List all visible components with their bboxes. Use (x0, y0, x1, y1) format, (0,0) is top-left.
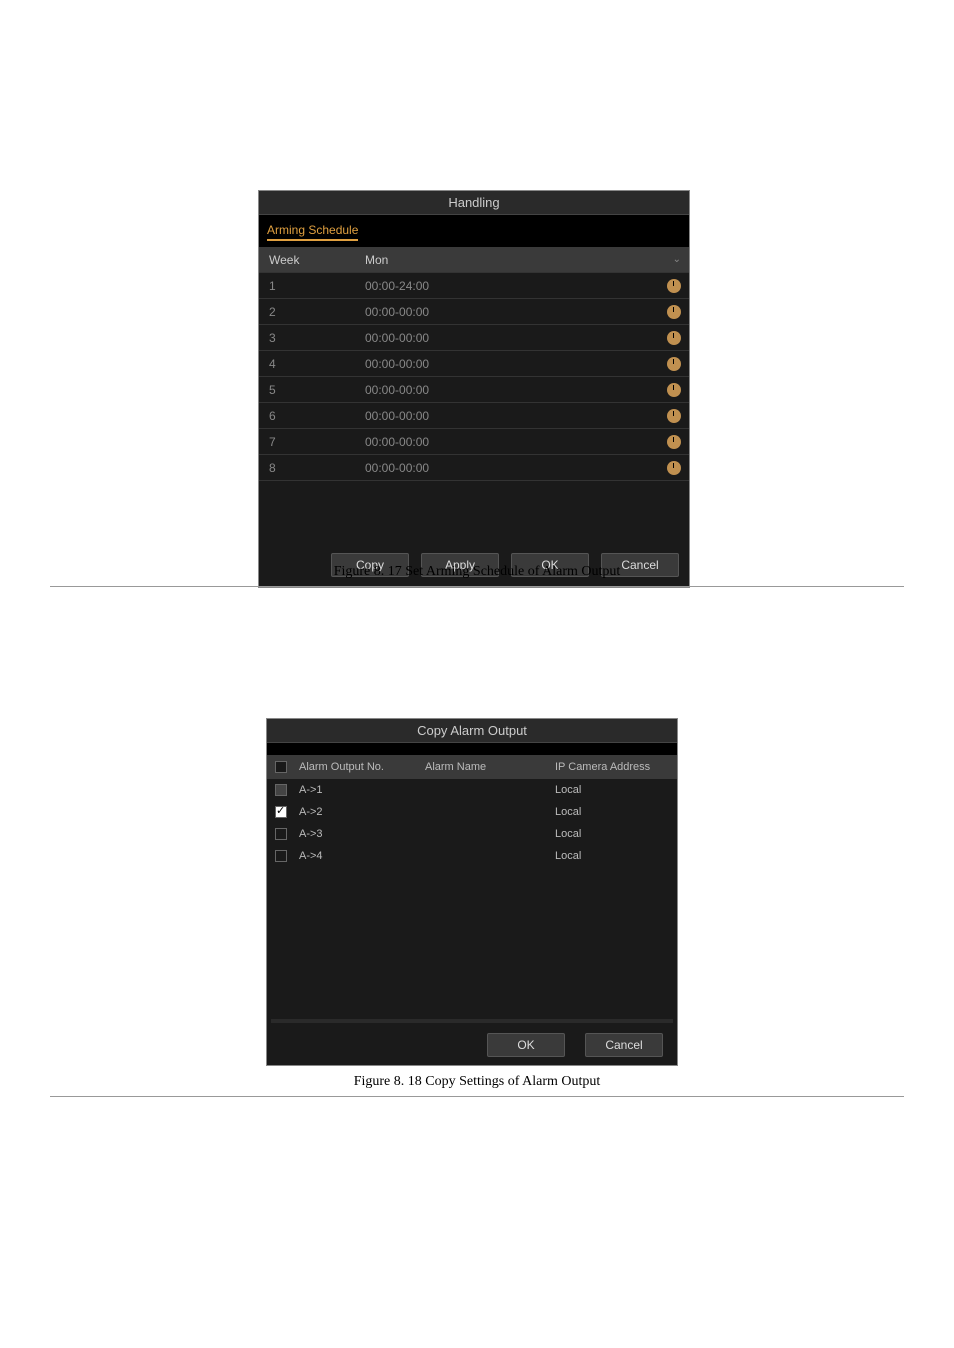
row-num: 6 (259, 409, 359, 423)
time-cell[interactable]: 00:00-00:00 (359, 357, 689, 371)
header-checkbox-cell (267, 761, 295, 773)
schedule-row: 4 00:00-00:00 (259, 351, 689, 377)
schedule-row: 5 00:00-00:00 (259, 377, 689, 403)
clock-icon[interactable] (667, 279, 681, 293)
list-row: A->3 Local (267, 823, 677, 845)
row-checkbox[interactable] (275, 828, 287, 840)
time-cell[interactable]: 00:00-24:00 (359, 279, 689, 293)
clock-icon[interactable] (667, 331, 681, 345)
clock-icon[interactable] (667, 435, 681, 449)
time-value: 00:00-00:00 (365, 461, 429, 475)
row-num: 2 (259, 305, 359, 319)
schedule-header: Week Mon ⌄ (259, 247, 689, 273)
caption-block: Figure 8. 18 Copy Settings of Alarm Outp… (0, 1066, 954, 1097)
ok-button[interactable]: OK (487, 1033, 565, 1057)
header-output-no: Alarm Output No. (295, 761, 425, 773)
ip-address: Local (555, 784, 677, 796)
week-select[interactable]: Mon ⌄ (359, 253, 689, 267)
row-checkbox (275, 784, 287, 796)
clock-icon[interactable] (667, 409, 681, 423)
ip-address: Local (555, 828, 677, 840)
checkbox-cell (267, 784, 295, 796)
output-no: A->3 (295, 828, 425, 840)
time-cell[interactable]: 00:00-00:00 (359, 305, 689, 319)
divider (50, 1096, 904, 1097)
time-cell[interactable]: 00:00-00:00 (359, 409, 689, 423)
header-alarm-name: Alarm Name (425, 761, 555, 773)
time-cell[interactable]: 00:00-00:00 (359, 435, 689, 449)
row-checkbox[interactable] (275, 850, 287, 862)
schedule-row: 6 00:00-00:00 (259, 403, 689, 429)
row-num: 3 (259, 331, 359, 345)
figure-caption: Figure 8. 17 Set Arming Schedule of Alar… (0, 564, 954, 580)
row-num: 7 (259, 435, 359, 449)
output-no: A->4 (295, 850, 425, 862)
time-cell[interactable]: 00:00-00:00 (359, 383, 689, 397)
list-header: Alarm Output No. Alarm Name IP Camera Ad… (267, 755, 677, 779)
schedule-row: 7 00:00-00:00 (259, 429, 689, 455)
time-value: 00:00-00:00 (365, 305, 429, 319)
row-num: 8 (259, 461, 359, 475)
ip-address: Local (555, 806, 677, 818)
ip-address: Local (555, 850, 677, 862)
time-cell[interactable]: 00:00-00:00 (359, 461, 689, 475)
schedule-row: 3 00:00-00:00 (259, 325, 689, 351)
tab-arming-schedule[interactable]: Arming Schedule (267, 223, 358, 241)
schedule-content: Week Mon ⌄ 1 00:00-24:00 2 00:00-00:00 3… (259, 247, 689, 543)
button-row: OK Cancel (267, 1025, 677, 1065)
schedule-row: 2 00:00-00:00 (259, 299, 689, 325)
chevron-down-icon: ⌄ (673, 254, 681, 265)
dialog-title: Copy Alarm Output (267, 719, 677, 743)
divider (50, 586, 904, 587)
header-ip-address: IP Camera Address (555, 761, 677, 773)
copy-alarm-dialog: Copy Alarm Output Alarm Output No. Alarm… (266, 718, 678, 1066)
list-row: A->4 Local (267, 845, 677, 867)
schedule-row: 1 00:00-24:00 (259, 273, 689, 299)
spacer (259, 481, 689, 543)
time-value: 00:00-00:00 (365, 357, 429, 371)
week-label: Week (259, 253, 359, 267)
row-num: 5 (259, 383, 359, 397)
select-all-checkbox[interactable] (275, 761, 287, 773)
schedule-row: 8 00:00-00:00 (259, 455, 689, 481)
time-cell[interactable]: 00:00-00:00 (359, 331, 689, 345)
tab-row: Arming Schedule (259, 215, 689, 247)
cancel-button[interactable]: Cancel (585, 1033, 663, 1057)
row-checkbox[interactable] (275, 806, 287, 818)
output-no: A->1 (295, 784, 425, 796)
handling-dialog: Handling Arming Schedule Week Mon ⌄ 1 00… (258, 190, 690, 588)
time-value: 00:00-00:00 (365, 409, 429, 423)
time-value: 00:00-00:00 (365, 383, 429, 397)
row-num: 4 (259, 357, 359, 371)
clock-icon[interactable] (667, 383, 681, 397)
time-value: 00:00-00:00 (365, 331, 429, 345)
figure-caption: Figure 8. 18 Copy Settings of Alarm Outp… (0, 1074, 954, 1090)
list-filler (267, 867, 677, 1017)
checkbox-cell (267, 828, 295, 840)
checkbox-cell (267, 850, 295, 862)
dialog-title: Handling (259, 191, 689, 215)
scrollbar[interactable] (271, 1019, 673, 1023)
clock-icon[interactable] (667, 461, 681, 475)
clock-icon[interactable] (667, 357, 681, 371)
header-spacer (267, 743, 677, 755)
time-value: 00:00-00:00 (365, 435, 429, 449)
list-row: A->1 Local (267, 779, 677, 801)
checkbox-cell (267, 806, 295, 818)
output-no: A->2 (295, 806, 425, 818)
caption-block: Figure 8. 17 Set Arming Schedule of Alar… (0, 556, 954, 587)
time-value: 00:00-24:00 (365, 279, 429, 293)
row-num: 1 (259, 279, 359, 293)
clock-icon[interactable] (667, 305, 681, 319)
list-row: A->2 Local (267, 801, 677, 823)
week-value: Mon (365, 253, 388, 267)
